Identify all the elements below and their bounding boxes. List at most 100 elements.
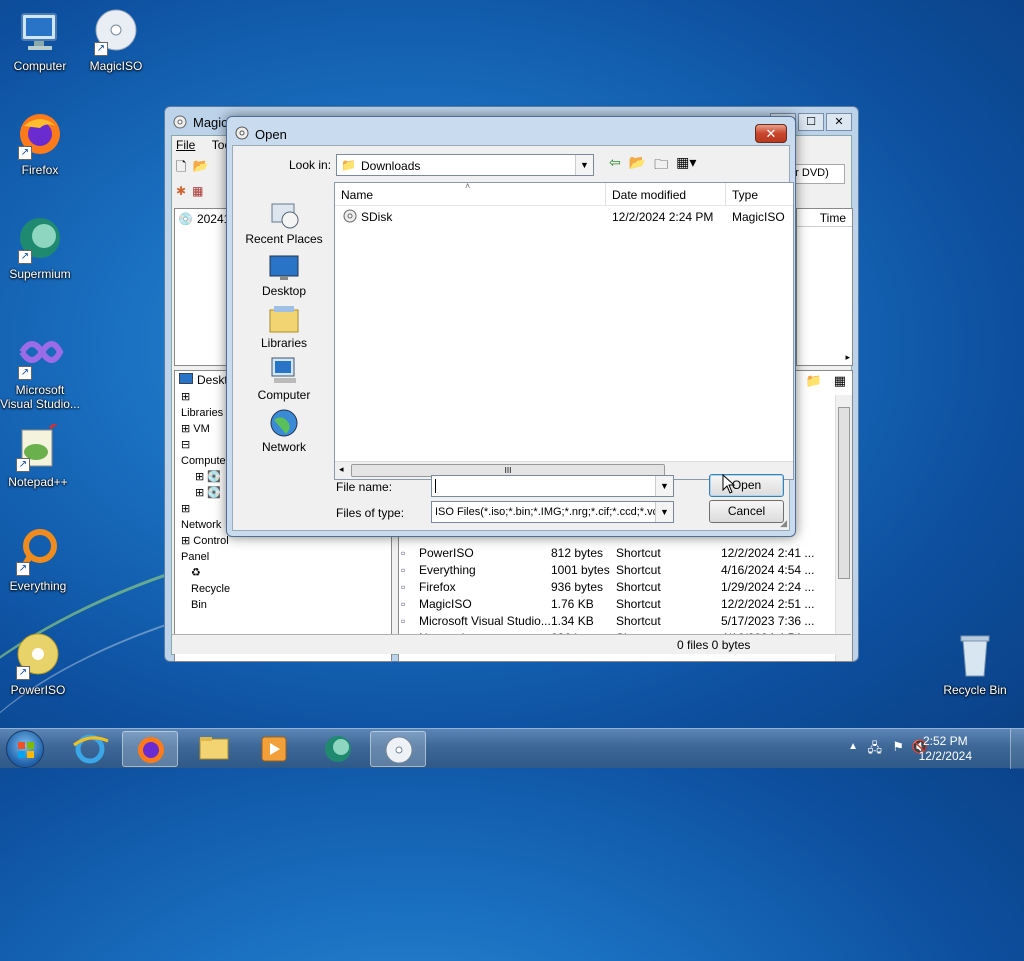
maximize-button[interactable]: ☐ (798, 113, 824, 131)
folder-icon (199, 737, 229, 760)
taskbar-magiciso[interactable] (370, 731, 426, 767)
up-folder-icon[interactable]: 📂 (629, 154, 646, 178)
poweriso-disc-icon: ↗ (14, 632, 62, 680)
file-list[interactable]: Name ˄ Date modified Type SDisk 12/2/202… (334, 181, 795, 480)
new-icon[interactable]: 🗋 (176, 158, 186, 180)
desktop-icon-firefox[interactable]: ↗ Firefox (2, 112, 78, 177)
add-icon[interactable]: ✱ (176, 184, 186, 204)
desktop-icon-magiciso[interactable]: ↗ MagicISO (78, 8, 154, 73)
resize-grip-icon[interactable]: ◢ (780, 518, 787, 529)
tree-node-libraries[interactable]: ⊞ Libraries (181, 389, 231, 421)
column-header-type[interactable]: Type (726, 183, 795, 205)
shortcut-arrow-icon: ↗ (18, 146, 32, 160)
chevron-down-icon[interactable]: ▼ (655, 502, 673, 522)
show-desktop-button[interactable] (1010, 729, 1024, 769)
taskbar-explorer[interactable] (186, 731, 242, 767)
back-icon[interactable]: ⇦ (609, 154, 621, 178)
disc-icon (343, 209, 357, 226)
file-name-input[interactable]: ▼ (431, 475, 674, 497)
image-files-panel[interactable]: Time ▸ (796, 208, 853, 366)
file-date: 1/29/2024 2:24 ... (721, 580, 815, 594)
shortcut-arrow-icon: ↗ (16, 562, 30, 576)
scroll-right-icon[interactable]: ▸ (845, 352, 850, 363)
scroll-left-icon[interactable]: ◂ (339, 464, 344, 475)
tree-node-control-panel[interactable]: ⊞ Control Panel (181, 533, 231, 565)
view-details-icon[interactable]: ▦ (834, 373, 846, 389)
taskbar-firefox[interactable] (122, 731, 178, 767)
files-of-type-select[interactable]: ISO Files(*.iso;*.bin;*.IMG;*.nrg;*.cif;… (431, 501, 674, 523)
tree-node-network[interactable]: ⊞ Network (181, 501, 231, 533)
desktop-icon-everything[interactable]: ↗ Everything (0, 528, 76, 593)
desktop-icon-label: Firefox (21, 163, 59, 177)
chevron-down-icon[interactable]: ▼ (655, 476, 673, 496)
image-tree-panel[interactable]: 💿 202412 (174, 208, 237, 366)
network-icon[interactable]: 🖧 (868, 739, 883, 761)
files-of-type-value: ISO Files(*.iso;*.bin;*.IMG;*.nrg;*.cif;… (435, 506, 657, 518)
column-header-name[interactable]: Name (335, 183, 606, 205)
dialog-title: Open (255, 127, 287, 142)
place-desktop[interactable]: Desktop (239, 252, 329, 298)
taskbar-supermium[interactable] (310, 731, 366, 767)
start-button[interactable] (6, 730, 44, 768)
desktop-icon-label: Recycle Bin (943, 683, 1007, 697)
desktop-icon-notepadpp[interactable]: ↗ Notepad++ (0, 420, 76, 489)
tree-node-computer[interactable]: ⊟ Computer (181, 437, 231, 469)
internet-explorer-icon (73, 734, 109, 764)
show-hidden-icons-button[interactable]: ▲ (848, 741, 858, 752)
time-column-header[interactable]: Time (797, 209, 852, 227)
place-libraries[interactable]: Libraries (239, 304, 329, 350)
file-date: 5/17/2023 7:36 ... (721, 614, 815, 628)
place-network[interactable]: Network (239, 408, 329, 454)
everything-search-icon: ↗ (14, 528, 62, 576)
desktop-icon-computer[interactable]: Computer (2, 8, 78, 73)
open-folder-icon[interactable]: 📂 (192, 158, 208, 180)
file-icon: ▫ (401, 563, 406, 577)
clock[interactable]: 2:52 PM 12/2/2024 (919, 734, 972, 764)
file-type: Shortcut (616, 546, 661, 560)
list-item[interactable]: ▫ Microsoft Visual Studio... 1.34 KB Shortc… (399, 613, 852, 630)
file-date: 4/16/2024 4:54 ... (721, 563, 815, 577)
close-button[interactable]: ✕ (755, 124, 787, 143)
action-center-flag-icon[interactable]: ⚑ (892, 739, 904, 755)
folder-icon: 📁 (341, 158, 356, 172)
file-row[interactable]: SDisk 12/2/2024 2:24 PM MagicISO (335, 207, 793, 227)
chevron-down-icon[interactable]: ▼ (575, 155, 593, 175)
status-text: 0 files 0 bytes (677, 638, 751, 652)
file-name: Everything (419, 563, 476, 577)
desktop-icon-supermium[interactable]: ↗ Supermium (2, 216, 78, 281)
desktop-icon-poweriso[interactable]: ↗ PowerISO (0, 632, 76, 697)
network-globe-icon (268, 408, 300, 438)
place-computer[interactable]: Computer (239, 356, 329, 402)
view-menu-icon[interactable]: ▦▾ (676, 154, 696, 178)
tree-node-recycle-bin[interactable]: ♻ Recycle Bin (181, 565, 231, 613)
taskbar-media-player[interactable] (246, 731, 302, 767)
folder-up-icon[interactable]: 📁 (806, 373, 822, 389)
close-button[interactable]: ✕ (826, 113, 852, 131)
desktop-icon-label: Notepad++ (8, 475, 68, 489)
tree-node-drive[interactable]: ⊞ 💽 (181, 469, 231, 485)
cancel-button[interactable]: Cancel (709, 500, 784, 523)
menu-file[interactable]: File (176, 138, 195, 152)
list-item[interactable]: ▫ PowerISO 812 bytes Shortcut 12/2/2024 2:41… (399, 545, 852, 562)
open-button[interactable]: Open (709, 474, 784, 497)
look-in-combo[interactable]: 📁 Downloads ▼ (336, 154, 594, 176)
list-item[interactable]: ▫ MagicISO 1.76 KB Shortcut 12/2/2024 2:51 .… (399, 596, 852, 613)
sort-ascending-icon: ˄ (465, 181, 471, 191)
desktop-icon-visual-studio[interactable]: ↗ Microsoft Visual Studio... (0, 332, 80, 411)
look-in-value: Downloads (361, 159, 421, 173)
file-icon: ▫ (401, 597, 406, 611)
tree-node-drive[interactable]: ⊞ 💽 (181, 485, 231, 501)
column-header-date-modified[interactable]: Date modified (606, 183, 726, 205)
tree-node-vm[interactable]: ⊞ VM (181, 421, 231, 437)
list-item[interactable]: ▫ Everything 1001 bytes Shortcut 4/16/2024 4… (399, 562, 852, 579)
recent-places-icon (268, 200, 300, 230)
desktop-icon-recycle-bin[interactable]: Recycle Bin (937, 632, 1013, 697)
extract-icon[interactable]: ▦ (192, 184, 203, 204)
place-recent-places[interactable]: Recent Places (239, 200, 329, 246)
taskbar-ie[interactable] (62, 731, 118, 767)
supermium-icon: ↗ (16, 216, 64, 264)
list-item[interactable]: ▫ Firefox 936 bytes Shortcut 1/29/2024 2:24 … (399, 579, 852, 596)
new-folder-icon[interactable]: 🗀 (654, 154, 668, 178)
open-dialog[interactable]: Open ✕ Look in: 📁 Downloads ▼ ⇦ 📂 🗀 ▦▾ R… (226, 116, 796, 537)
computer-icon (268, 356, 300, 386)
